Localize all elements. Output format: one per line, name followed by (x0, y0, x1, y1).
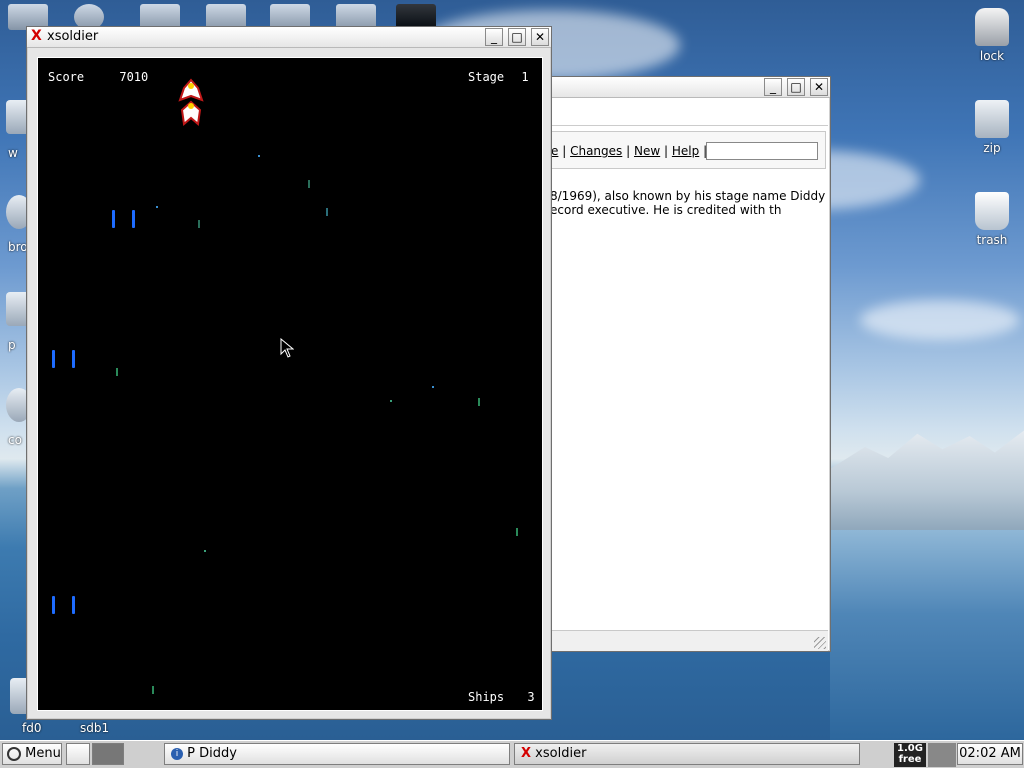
close-button[interactable]: ✕ (531, 28, 549, 46)
task-label: P Diddy (187, 746, 237, 761)
ships-display: Ships 3 (468, 690, 535, 704)
taskbar: Menu i P Diddy X xsoldier 1.0G free 02:0… (0, 740, 1024, 768)
desktop-icon-label: trash (976, 233, 1008, 247)
laser-shot (112, 210, 115, 228)
star (308, 180, 310, 188)
cpu-monitor (928, 743, 956, 767)
desktop-label: bro (8, 240, 28, 254)
laser-shot (72, 596, 75, 614)
star (516, 528, 518, 536)
close-button[interactable]: ✕ (810, 78, 828, 96)
desktop-label: co (8, 433, 22, 447)
menu-button[interactable]: Menu (2, 743, 62, 765)
minimize-button[interactable]: _ (485, 28, 503, 46)
disk-free-indicator: 1.0G free (894, 743, 926, 767)
xsoldier-window[interactable]: X xsoldier _ □ ✕ Score 7010 Stage 1 Ship… (26, 26, 552, 720)
desktop-icon-trash[interactable]: trash (957, 192, 1024, 247)
nav-link-page[interactable]: e (551, 144, 558, 158)
score-label: Score (48, 70, 85, 84)
file-manager-icon[interactable] (66, 743, 90, 765)
clock-time: 02:02 AM (959, 746, 1021, 761)
cloud (860, 300, 1020, 340)
star (478, 398, 480, 406)
laser-shot (52, 350, 55, 368)
maximize-button[interactable]: □ (508, 28, 526, 46)
game-canvas[interactable]: Score 7010 Stage 1 Ships 3 (37, 57, 543, 711)
minimize-button[interactable]: _ (764, 78, 782, 96)
laser-shot (52, 596, 55, 614)
maximize-button[interactable]: □ (787, 78, 805, 96)
star (156, 206, 158, 208)
info-icon: i (171, 748, 183, 760)
article-content: 8/1969), also known by his stage name Di… (550, 189, 826, 217)
desktop-icon-label: lock (979, 49, 1005, 63)
mouse-cursor-icon (280, 338, 294, 358)
ships-value: 3 (527, 690, 535, 704)
x-logo-icon: X (521, 746, 532, 761)
task-button-xsoldier[interactable]: X xsoldier (514, 743, 860, 765)
laser-shot (72, 350, 75, 368)
score-value: 7010 (119, 70, 149, 84)
disk-free-label: free (898, 754, 922, 765)
browser-titlebar[interactable]: _ □ ✕ (550, 77, 830, 98)
nav-separator: | (562, 144, 567, 158)
lock-icon (975, 8, 1009, 46)
stage-value: 1 (521, 70, 529, 84)
task-label: xsoldier (535, 746, 587, 761)
star (152, 686, 154, 694)
drive-label-sdb1: sdb1 (80, 721, 110, 735)
menu-label: Menu (25, 746, 61, 761)
resize-grip-icon[interactable] (814, 637, 826, 649)
task-button-p-diddy[interactable]: i P Diddy (164, 743, 510, 765)
desktop-icon-zip[interactable]: zip (957, 100, 1024, 155)
star (204, 550, 206, 552)
player-ship-icon (178, 78, 204, 126)
trash-icon (975, 192, 1009, 230)
zip-icon (975, 100, 1009, 138)
nav-link-changes[interactable]: Changes (570, 144, 622, 158)
desktop-icon-label: zip (983, 141, 1001, 155)
star (116, 368, 118, 376)
star (198, 220, 200, 228)
wiki-nav-bar: e | Changes | New | Help | (550, 131, 826, 169)
nav-link-new[interactable]: New (634, 144, 660, 158)
star (390, 400, 392, 402)
article-text-line: ecord executive. He is credited with th (550, 203, 782, 217)
article-text-line: 8/1969), also known by his stage name Di… (550, 189, 826, 203)
wiki-search-input[interactable] (706, 142, 818, 160)
star (258, 155, 260, 157)
nav-link-help[interactable]: Help (672, 144, 699, 158)
window-title: xsoldier (47, 29, 99, 44)
lake-scenery (830, 530, 1024, 740)
ships-label: Ships (468, 690, 505, 704)
desktop-switch-icon[interactable] (92, 743, 124, 765)
desktop-icon-lock[interactable]: lock (957, 8, 1024, 63)
browser-window[interactable]: _ □ ✕ e | Changes | New | Help | 8/1969)… (549, 76, 831, 652)
xsoldier-titlebar[interactable]: X xsoldier _ □ ✕ (27, 27, 551, 48)
browser-address-bar[interactable] (550, 101, 828, 126)
x-logo-icon: X (31, 28, 42, 44)
menu-icon (7, 747, 21, 761)
mountain-scenery (830, 430, 1024, 535)
browser-status-bar (550, 630, 828, 651)
star (432, 386, 434, 388)
nav-separator: | (664, 144, 669, 158)
drive-label-fd0: fd0 (22, 721, 42, 735)
star (326, 208, 328, 216)
disk-free-value: 1.0G (897, 743, 923, 754)
score-display: Score 7010 (48, 70, 148, 84)
laser-shot (132, 210, 135, 228)
clock[interactable]: 02:02 AM (957, 743, 1023, 765)
desktop-label: p (8, 338, 16, 352)
desktop-label: w (8, 146, 18, 160)
wiki-nav-links: e | Changes | New | Help | (551, 144, 707, 158)
nav-separator: | (626, 144, 631, 158)
stage-display: Stage 1 (468, 70, 529, 84)
stage-label: Stage (468, 70, 505, 84)
